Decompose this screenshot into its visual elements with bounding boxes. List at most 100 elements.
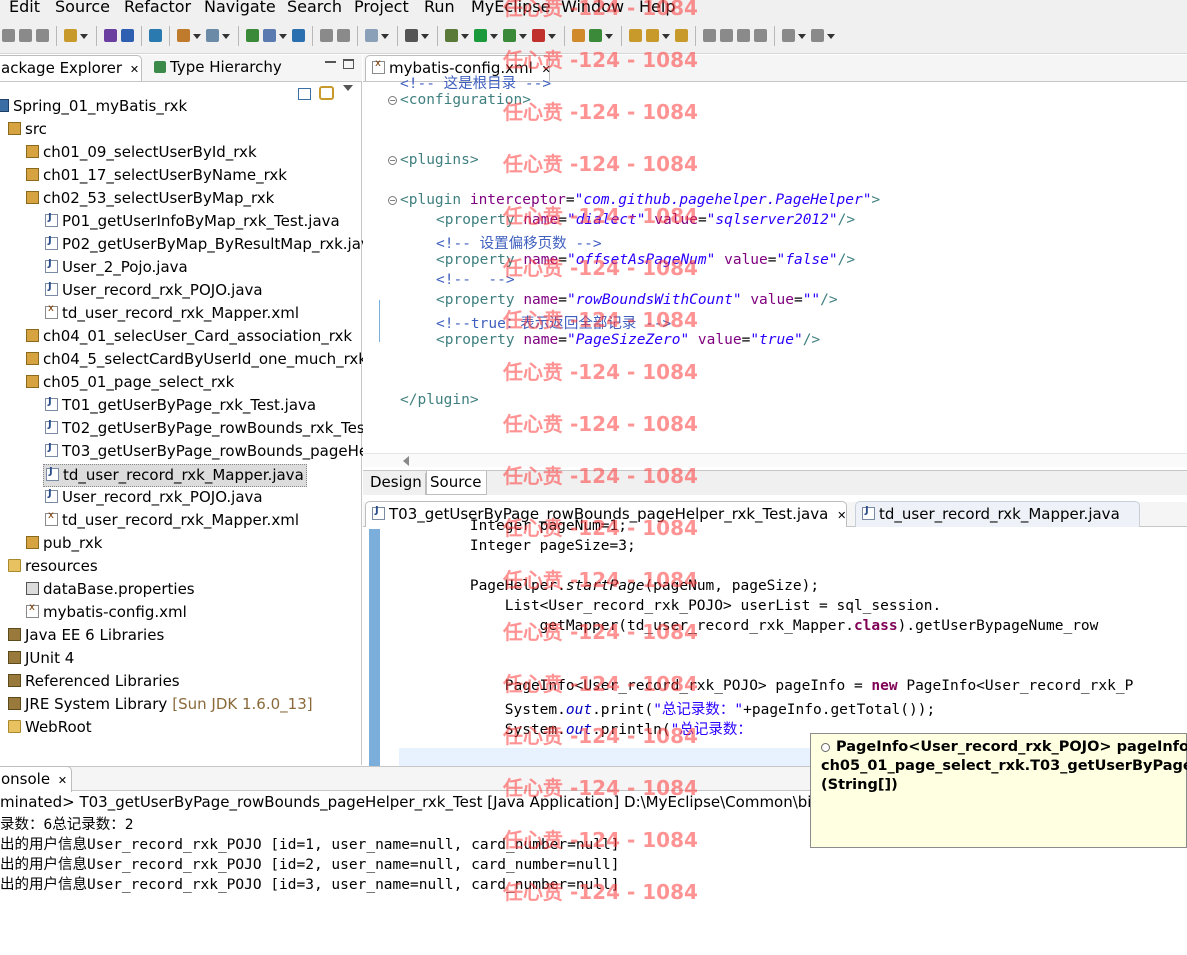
chevron-down-icon[interactable] [605,34,613,39]
chevron-down-icon[interactable] [519,34,527,39]
toolbar-tool-icon[interactable] [320,29,333,42]
tree-item[interactable]: mybatis-config.xml [24,602,189,625]
menu-run[interactable]: Run [424,0,455,16]
tree-item[interactable]: User_2_Pojo.java [43,257,190,280]
toolbar-tool-icon[interactable] [337,29,350,42]
menu-project[interactable]: Project [354,0,409,16]
fold-toggle-icon[interactable]: − [388,96,397,105]
toolbar-tool-icon[interactable] [503,29,516,42]
tree-item[interactable]: ch01_17_selectUserByName_rxk [24,165,289,188]
toolbar-tool-icon[interactable] [474,29,487,42]
close-icon[interactable]: ✕ [130,63,139,76]
toolbar-tool-icon[interactable] [629,29,642,42]
toolbar-tool-icon[interactable] [292,29,305,42]
chevron-down-icon[interactable] [222,34,230,39]
menu-edit[interactable]: Edit [9,0,40,16]
tree-item[interactable]: ch05_01_page_select_rxk [24,372,236,395]
chevron-down-icon[interactable] [279,34,287,39]
minimize-icon[interactable] [325,61,336,63]
tree-item[interactable]: T02_getUserByPage_rowBounds_rxk_Tes [43,418,367,441]
toolbar-tool-icon[interactable] [811,29,824,42]
toolbar-tool-icon[interactable] [720,29,733,42]
tab-package-explorer[interactable]: ackage Explorer ✕ [0,55,142,81]
tree-item[interactable]: T03_getUserByPage_rowBounds_pageHe [43,441,370,464]
tree-item[interactable]: ch04_5_selectCardByUserId_one_much_rxk [24,349,369,372]
tab-source[interactable]: Source [426,471,487,495]
toolbar-tool-icon[interactable] [675,29,688,42]
tab-console[interactable]: onsole ✕ [0,766,72,792]
chevron-down-icon[interactable] [548,34,556,39]
java-source-text[interactable]: Integer pageNum=1; Integer pageSize=3; P… [363,502,1187,766]
collapse-all-icon[interactable] [298,88,311,100]
toolbar-tool-icon[interactable] [36,29,49,42]
toolbar-tool-icon[interactable] [572,29,585,42]
tree-item[interactable]: td_user_record_rxk_Mapper.java [43,464,307,487]
maximize-icon[interactable] [343,59,354,69]
horizontal-scrollbar[interactable] [363,453,1187,467]
toolbar-tool-icon[interactable] [782,29,795,42]
tree-item[interactable]: User_record_rxk_POJO.java [43,487,265,510]
tree-item[interactable]: resources [6,556,100,579]
toolbar-tool-icon[interactable] [64,29,77,42]
chevron-down-icon[interactable] [827,34,835,39]
view-menu-chevron-down-icon[interactable] [343,85,353,91]
tab-type-hierarchy[interactable]: Type Hierarchy [148,55,288,81]
tree-item[interactable]: JUnit 4 [6,648,76,671]
tree-item[interactable]: User_record_rxk_POJO.java [43,280,265,303]
tree-item[interactable]: P02_getUserByMap_ByResultMap_rxk.jav [43,234,372,257]
tree-item[interactable]: src [6,119,49,142]
menu-search[interactable]: Search [287,0,342,16]
menu-myeclipse[interactable]: MyEclipse [471,0,550,16]
menu-window[interactable]: Window [561,0,624,16]
scroll-left-icon[interactable] [403,456,409,466]
menu-refactor[interactable]: Refactor [124,0,191,16]
chevron-down-icon[interactable] [381,34,389,39]
tree-item[interactable]: Referenced Libraries [6,671,182,694]
menu-source[interactable]: Source [55,0,110,16]
chevron-down-icon[interactable] [193,34,201,39]
tree-item[interactable]: Spring_01_myBatis_rxk [0,96,189,119]
tree-item[interactable]: P01_getUserInfoByMap_rxk_Test.java [43,211,342,234]
toolbar-tool-icon[interactable] [589,29,602,42]
toolbar-tool-icon[interactable] [121,29,134,42]
chevron-down-icon[interactable] [421,34,429,39]
tree-item[interactable]: T01_getUserByPage_rxk_Test.java [43,395,318,418]
chevron-down-icon[interactable] [461,34,469,39]
tree-item[interactable]: pub_rxk [24,533,104,556]
toolbar-tool-icon[interactable] [246,29,259,42]
link-editor-icon[interactable] [319,86,334,100]
tree-item[interactable]: ch01_09_selectUserById_rxk [24,142,259,165]
tree-item[interactable]: td_user_record_rxk_Mapper.xml [43,303,301,326]
toolbar-tool-icon[interactable] [104,29,117,42]
toolbar-tool-icon[interactable] [365,29,378,42]
chevron-down-icon[interactable] [798,34,806,39]
tab-design[interactable]: Design [367,473,426,495]
toolbar-tool-icon[interactable] [19,29,32,42]
menu-navigate[interactable]: Navigate [204,0,276,16]
toolbar-tool-icon[interactable] [263,29,276,42]
tree-item[interactable]: ch04_01_selecUser_Card_association_rxk [24,326,354,349]
tree-item[interactable]: ch02_53_selectUserByMap_rxk [24,188,276,211]
tree-item[interactable]: JRE System Library [Sun JDK 1.6.0_13] [6,694,315,717]
toolbar-tool-icon[interactable] [445,29,458,42]
chevron-down-icon[interactable] [662,34,670,39]
toolbar-tool-icon[interactable] [177,29,190,42]
toolbar-tool-icon[interactable] [149,29,162,42]
menu-help[interactable]: Help [639,0,675,16]
toolbar-tool-icon[interactable] [2,29,15,42]
chevron-down-icon[interactable] [80,34,88,39]
toolbar-tool-icon[interactable] [532,29,545,42]
close-icon[interactable]: ✕ [58,774,67,787]
xml-source-text[interactable]: <!-- 这是根目录 --> <configuration> − <plugins> −… [363,55,1187,465]
chevron-down-icon[interactable] [490,34,498,39]
toolbar-tool-icon[interactable] [646,29,659,42]
tree-item[interactable]: dataBase.properties [24,579,197,602]
tree-item[interactable]: WebRoot [6,717,94,740]
fold-toggle-icon[interactable]: − [388,156,397,165]
tree-item[interactable]: Java EE 6 Libraries [6,625,166,648]
toolbar-tool-icon[interactable] [703,29,716,42]
fold-toggle-icon[interactable]: − [388,196,397,205]
toolbar-tool-icon[interactable] [206,29,219,42]
toolbar-tool-icon[interactable] [754,29,767,42]
toolbar-tool-icon[interactable] [405,29,418,42]
